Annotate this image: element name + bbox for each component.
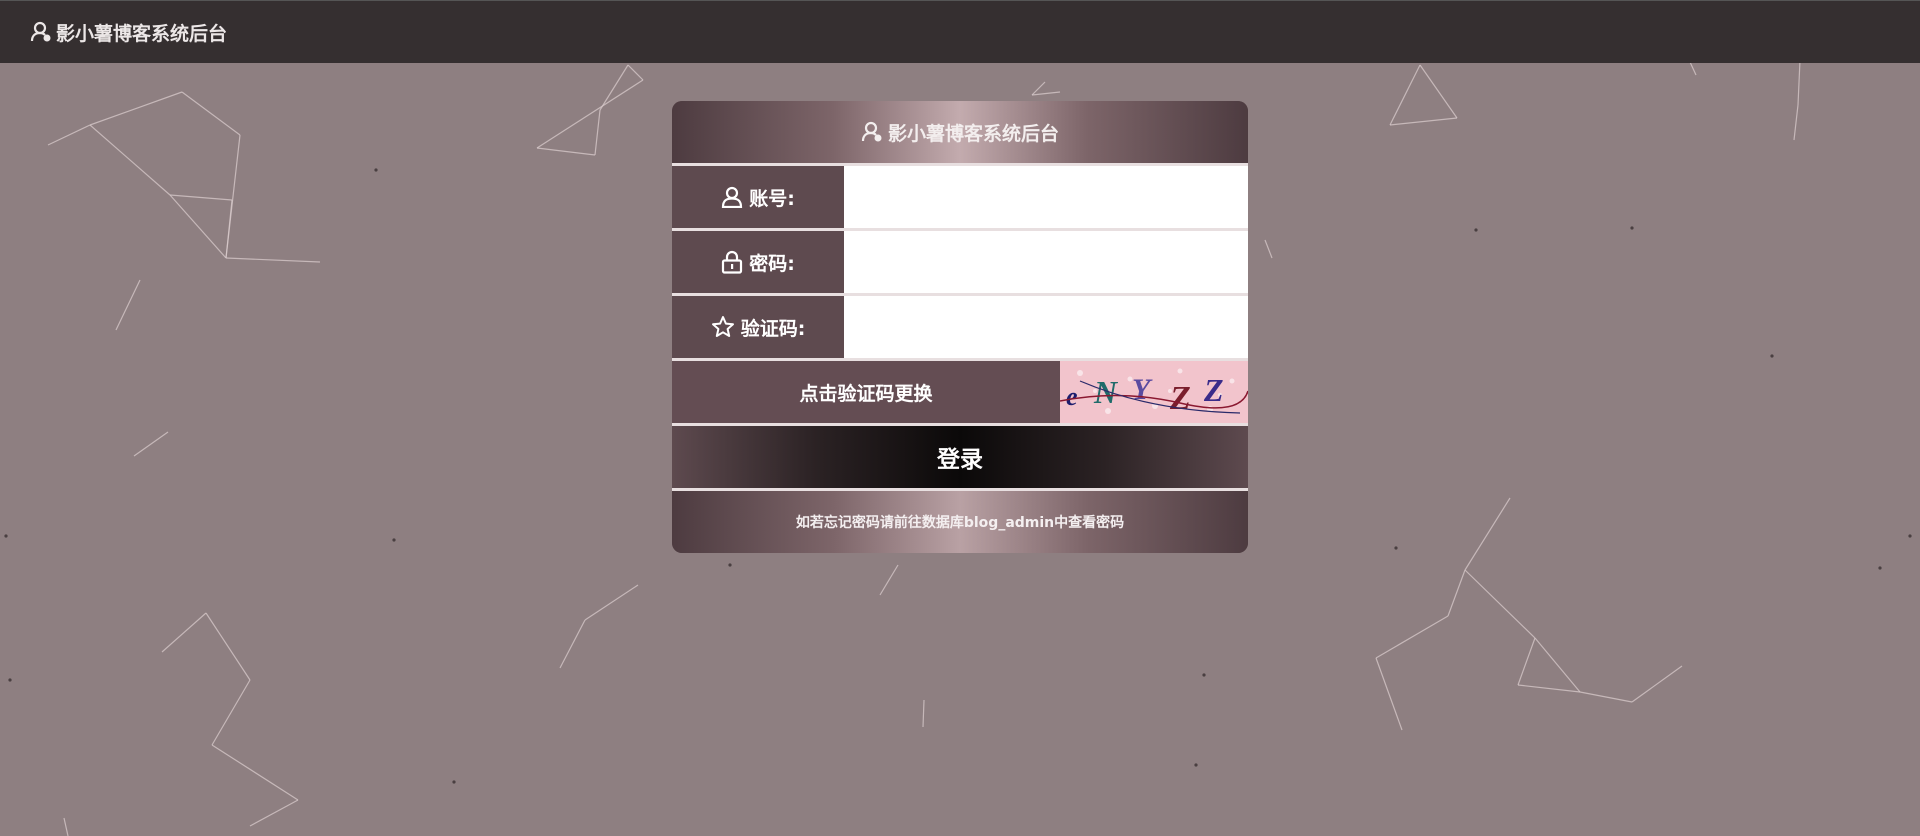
network-dot — [1394, 546, 1398, 550]
captcha-input[interactable] — [844, 296, 1248, 358]
captcha-char: e — [1066, 382, 1078, 411]
network-line — [1517, 637, 1536, 686]
network-line — [1631, 665, 1683, 703]
network-dot — [1202, 673, 1206, 677]
account-row: 账号: — [672, 166, 1248, 228]
network-line — [161, 612, 207, 653]
lock-icon — [721, 250, 743, 274]
network-line — [115, 279, 141, 331]
network-line — [63, 817, 69, 836]
user-icon — [30, 21, 52, 43]
network-line — [1264, 239, 1273, 259]
user-icon — [861, 121, 883, 143]
brand: 影小薯博客系统后台 — [30, 19, 227, 46]
captcha-char: Z — [1203, 372, 1224, 408]
network-dot — [728, 563, 732, 567]
captcha-refresh-hint[interactable]: 点击验证码更换 — [672, 361, 1060, 423]
network-line — [211, 679, 251, 746]
network-line — [594, 109, 601, 156]
network-line — [1031, 91, 1061, 96]
network-line — [1464, 497, 1511, 571]
network-line — [1389, 117, 1458, 126]
captcha-char: Z — [1169, 380, 1191, 417]
network-line — [181, 91, 241, 136]
network-line — [1464, 569, 1536, 639]
network-line — [599, 64, 629, 111]
network-dot — [1770, 354, 1774, 358]
network-dot — [1474, 228, 1478, 232]
top-bar: 影小薯博客系统后台 — [0, 0, 1920, 63]
network-line — [225, 134, 241, 259]
network-line — [584, 584, 639, 621]
network-line — [1689, 61, 1697, 76]
network-dot — [8, 678, 12, 682]
login-panel: 影小薯博客系统后台 账号: 密码: 验证码: 点击验证码更换 e N Y Z Z… — [672, 101, 1248, 553]
network-line — [1375, 615, 1449, 659]
network-line — [1375, 657, 1403, 731]
captcha-label-text: 验证码: — [740, 317, 806, 340]
network-line — [1517, 684, 1581, 693]
login-panel-header: 影小薯博客系统后台 — [672, 101, 1248, 163]
network-line — [205, 612, 251, 681]
network-line — [1797, 59, 1801, 106]
network-dot — [1908, 534, 1912, 538]
network-line — [1793, 104, 1799, 141]
network-dot — [1878, 566, 1882, 570]
password-label-text: 密码: — [749, 252, 795, 275]
network-line — [1031, 81, 1046, 96]
network-line — [879, 564, 899, 596]
captcha-char: N — [1093, 374, 1119, 410]
network-dot — [4, 534, 8, 538]
network-line — [225, 257, 321, 263]
account-label: 账号: — [672, 166, 844, 228]
app-title: 影小薯博客系统后台 — [56, 22, 228, 45]
forgot-password-note: 如若忘记密码请前往数据库blog_admin中查看密码 — [672, 491, 1248, 553]
account-label-text: 账号: — [749, 187, 795, 210]
account-input[interactable] — [844, 166, 1248, 228]
network-line — [536, 79, 644, 149]
network-line — [249, 799, 299, 827]
login-panel-title: 影小薯博客系统后台 — [887, 122, 1059, 145]
network-line — [89, 91, 183, 126]
network-dot — [1194, 763, 1198, 767]
network-line — [1534, 637, 1581, 693]
password-row: 密码: — [672, 231, 1248, 293]
network-line — [1389, 64, 1421, 126]
captcha-image[interactable]: e N Y Z Z — [1060, 361, 1248, 423]
captcha-refresh-row: 点击验证码更换 e N Y Z Z — [672, 361, 1248, 423]
network-line — [47, 124, 91, 146]
network-line — [133, 431, 169, 457]
password-label: 密码: — [672, 231, 844, 293]
network-line — [1447, 569, 1466, 617]
network-line — [169, 194, 227, 259]
network-line — [536, 147, 596, 156]
network-line — [169, 194, 233, 201]
network-dot — [1630, 226, 1634, 230]
network-line — [627, 64, 644, 81]
network-line — [89, 124, 171, 196]
login-button[interactable]: 登录 — [672, 426, 1248, 488]
password-input[interactable] — [844, 231, 1248, 293]
captcha-label: 验证码: — [672, 296, 844, 358]
captcha-code-row: 验证码: — [672, 296, 1248, 358]
network-dot — [452, 780, 456, 784]
network-line — [1419, 64, 1458, 119]
network-line — [211, 744, 299, 801]
star-icon — [711, 315, 735, 339]
network-line — [559, 619, 586, 669]
network-dot — [392, 538, 396, 542]
network-line — [922, 699, 925, 728]
network-line — [1579, 691, 1633, 703]
user-icon — [721, 186, 743, 208]
network-dot — [374, 168, 378, 172]
